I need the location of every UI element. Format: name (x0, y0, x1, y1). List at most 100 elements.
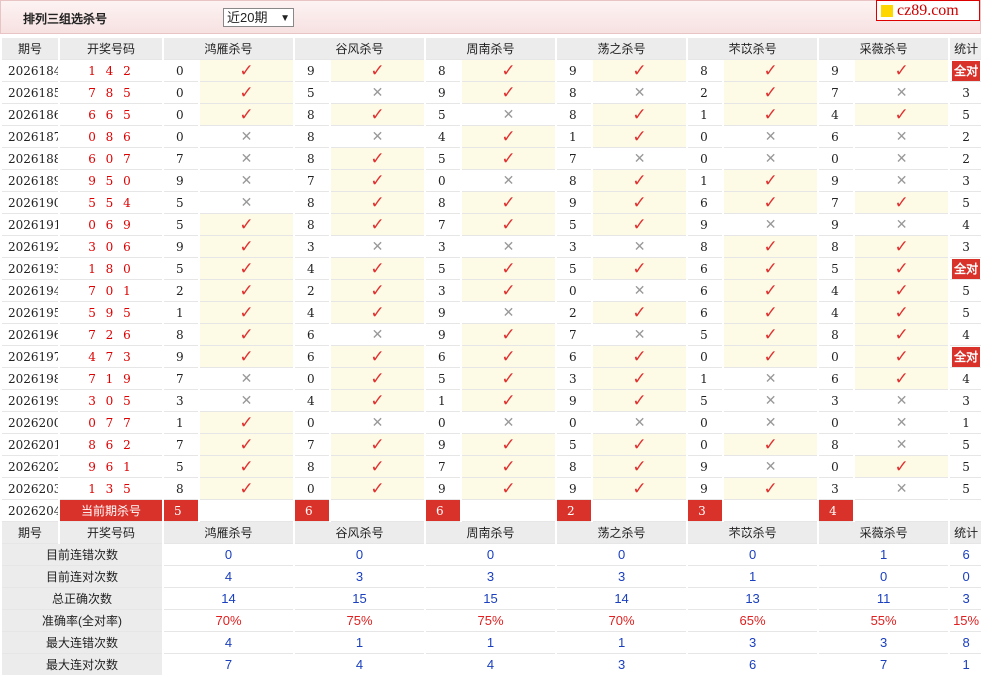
summary-value: 3 (688, 632, 818, 654)
kill-number: 0 (819, 346, 854, 368)
cross-icon: ✕ (895, 480, 908, 497)
kill-number: 8 (557, 170, 592, 192)
period-select[interactable]: 近20期 ▼ (223, 8, 294, 27)
summary-value: 0 (688, 544, 818, 566)
result-cell: ✓ (855, 280, 949, 302)
check-icon: ✓ (239, 346, 254, 367)
cross-icon: ✕ (764, 128, 777, 145)
summary-label: 最大连对次数 (2, 654, 162, 675)
result-cell: ✓ (331, 368, 425, 390)
check-icon: ✓ (370, 368, 385, 389)
kill-number: 3 (819, 390, 854, 412)
result-cell: ✓ (331, 258, 425, 280)
check-icon: ✓ (632, 434, 647, 455)
summary-label: 准确率(全对率) (2, 610, 162, 632)
kill-number: 5 (426, 258, 461, 280)
result-cell: ✓ (855, 302, 949, 324)
kill-number: 7 (164, 148, 198, 170)
kill-number: 0 (164, 104, 198, 126)
kill-number: 4 (819, 104, 854, 126)
kill-number: 8 (557, 82, 592, 104)
col-numbers: 开奖号码 (60, 522, 162, 544)
kill-number: 0 (688, 434, 723, 456)
check-icon: ✓ (763, 170, 778, 191)
kill-number: 1 (688, 104, 723, 126)
stat-cell: 5 (950, 104, 981, 126)
site-logo[interactable]: cz89.com (876, 0, 980, 21)
kill-number: 8 (295, 104, 330, 126)
kill-number: 9 (295, 60, 330, 82)
cross-icon: ✕ (371, 84, 384, 101)
draw-numbers: 5 9 5 (60, 302, 162, 324)
check-icon: ✓ (501, 478, 516, 499)
check-icon: ✓ (501, 280, 516, 301)
result-cell: ✕ (724, 456, 818, 478)
result-cell: ✕ (855, 214, 949, 236)
cross-icon: ✕ (240, 370, 253, 387)
period-cell: 2026196 (2, 324, 58, 346)
kill-number: 7 (819, 192, 854, 214)
check-icon: ✓ (763, 104, 778, 125)
result-cell: ✓ (724, 434, 818, 456)
result-cell: ✓ (593, 214, 687, 236)
kill-number: 9 (819, 60, 854, 82)
kill-number: 8 (426, 60, 461, 82)
result-cell: ✓ (593, 456, 687, 478)
check-icon: ✓ (239, 478, 254, 499)
check-icon: ✓ (370, 104, 385, 125)
kill-number: 7 (164, 368, 198, 390)
blank-cell (724, 500, 818, 522)
period-cell: 2026186 (2, 104, 58, 126)
check-icon: ✓ (894, 324, 909, 345)
kill-number: 1 (688, 368, 723, 390)
kill-number: 1 (557, 126, 592, 148)
result-cell: ✓ (462, 368, 556, 390)
stat-cell: 4 (950, 214, 981, 236)
check-icon: ✓ (763, 434, 778, 455)
kill-number: 9 (426, 302, 461, 324)
page-title: 排列三组选杀号 (23, 12, 108, 26)
summary-row: 最大连错次数 4 1 1 1 3 3 8 (2, 632, 981, 654)
col-expert: 荡之杀号 (557, 522, 687, 544)
check-icon: ✓ (763, 82, 778, 103)
current-kill-number: 4 (819, 500, 854, 522)
check-icon: ✓ (894, 258, 909, 279)
result-cell: ✓ (855, 456, 949, 478)
kill-number: 2 (295, 280, 330, 302)
result-cell: ✓ (331, 346, 425, 368)
result-cell: ✕ (331, 412, 425, 434)
draw-numbers: 4 7 3 (60, 346, 162, 368)
check-icon: ✓ (501, 390, 516, 411)
summary-value: 0 (295, 544, 425, 566)
summary-stat: 15% (950, 610, 981, 632)
period-cell: 2026193 (2, 258, 58, 280)
kill-number: 6 (819, 126, 854, 148)
kill-number: 5 (426, 368, 461, 390)
cross-icon: ✕ (240, 150, 253, 167)
kill-number: 7 (557, 324, 592, 346)
result-cell: ✕ (724, 390, 818, 412)
check-icon: ✓ (501, 126, 516, 147)
kill-number: 0 (295, 368, 330, 390)
draw-numbers: 0 7 7 (60, 412, 162, 434)
result-cell: ✓ (331, 434, 425, 456)
summary-value: 4 (164, 632, 294, 654)
check-icon: ✓ (894, 346, 909, 367)
result-cell: ✓ (462, 258, 556, 280)
kill-number: 8 (295, 456, 330, 478)
check-icon: ✓ (894, 280, 909, 301)
kill-number: 7 (164, 434, 198, 456)
check-icon: ✓ (632, 258, 647, 279)
blank-cell (950, 500, 981, 522)
col-numbers: 开奖号码 (60, 38, 162, 60)
kill-number: 9 (426, 324, 461, 346)
result-cell: ✓ (593, 258, 687, 280)
result-cell: ✓ (462, 82, 556, 104)
result-cell: ✓ (724, 60, 818, 82)
kill-number: 4 (295, 390, 330, 412)
table-row: 2026195 5 9 5 1 ✓ 4 ✓ 9 ✕ 2 ✓ 6 ✓ 4 ✓ 5 (2, 302, 981, 324)
result-cell: ✕ (462, 412, 556, 434)
current-kill-number: 3 (688, 500, 723, 522)
table-row: 2026197 4 7 3 9 ✓ 6 ✓ 6 ✓ 6 ✓ 0 ✓ 0 ✓ 全对 (2, 346, 981, 368)
result-cell: ✓ (462, 192, 556, 214)
